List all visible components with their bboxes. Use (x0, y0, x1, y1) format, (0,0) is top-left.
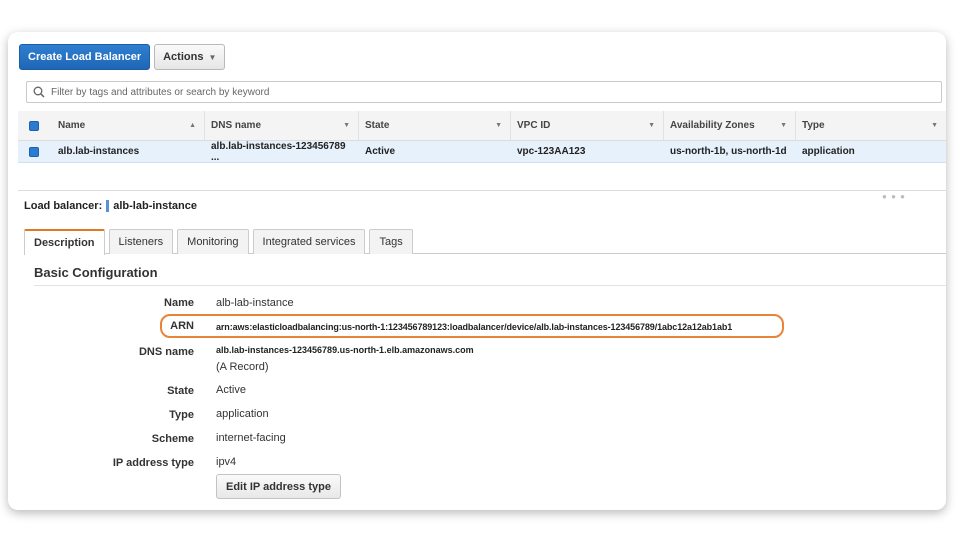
column-header-state[interactable]: State ▼ (359, 111, 511, 140)
ip-address-type-value: ipv4 (216, 456, 237, 468)
dns-record-note: (A Record) (216, 361, 269, 373)
detail-title: Load balancer: alb-lab-instance (24, 200, 197, 212)
row-checkbox[interactable] (29, 146, 39, 157)
column-header-label: DNS name (211, 120, 262, 131)
column-header-vpc-id[interactable]: VPC ID ▼ (511, 111, 664, 140)
column-header-label: Type (802, 120, 825, 131)
cell-availability-zones: us-north-1b, us-north-1d (670, 146, 787, 157)
filter-input[interactable] (49, 83, 941, 101)
create-load-balancer-button[interactable]: Create Load Balancer (19, 44, 151, 70)
scheme-value: internet-facing (216, 432, 286, 444)
column-header-label: Name (58, 120, 86, 131)
cell-type: application (802, 146, 855, 157)
dns-name-label: DNS name (138, 346, 194, 358)
column-header-dns-name[interactable]: DNS name ▼ (205, 111, 359, 140)
column-header-label: State (365, 120, 390, 131)
tab-description[interactable]: Description (24, 229, 105, 255)
tab-tags[interactable]: Tags (369, 229, 413, 254)
cell-vpc-id: vpc-123AA123 (517, 146, 586, 157)
name-value: alb-lab-instance (216, 297, 294, 309)
column-header-availability-zones[interactable]: Availability Zones ▼ (664, 111, 796, 140)
dns-name-value: alb.lab-instances-123456789.us-north-1.e… (216, 345, 474, 355)
table-header: Name ▲ DNS name ▼ State ▼ VPC ID ▼ Avail… (18, 111, 946, 141)
selection-marker (106, 200, 110, 212)
section-divider (34, 285, 946, 286)
toolbar: Create Load Balancer Actions ▼ (19, 44, 226, 70)
chevron-down-icon: ▼ (208, 52, 217, 62)
filter-box (26, 81, 942, 103)
sort-down-icon: ▼ (343, 122, 350, 129)
cell-state: Active (365, 146, 396, 157)
search-icon (33, 86, 45, 98)
state-value: Active (216, 384, 246, 396)
tab-listeners[interactable]: Listeners (108, 229, 174, 254)
arn-label: ARN (170, 320, 194, 332)
select-all-checkbox[interactable] (29, 120, 39, 131)
type-label: Type (169, 409, 194, 421)
sort-up-icon: ▲ (189, 122, 196, 129)
sort-down-icon: ▼ (495, 122, 502, 129)
detail-title-prefix: Load balancer: (24, 200, 103, 212)
arn-value: arn:aws:elasticloadbalancing:us-north-1:… (216, 322, 733, 332)
column-header-label: VPC ID (517, 120, 551, 131)
column-header-label: Availability Zones (670, 120, 755, 131)
cell-dns-name: alb.lab-instances-123456789 ... (211, 140, 346, 163)
edit-ip-address-type-button[interactable]: Edit IP address type (216, 474, 341, 499)
detail-tabs: Description Listeners Monitoring Integra… (24, 229, 946, 255)
scheme-label: Scheme (151, 433, 194, 445)
ip-address-type-label: IP address type (112, 457, 194, 469)
resize-handle-icon[interactable]: ● ● ● (882, 192, 906, 201)
load-balancer-console: Create Load Balancer Actions ▼ Name ▲ DN… (8, 32, 946, 510)
column-header-type[interactable]: Type ▼ (796, 111, 946, 140)
sort-down-icon: ▼ (648, 122, 655, 129)
state-label: State (167, 385, 194, 397)
sort-down-icon: ▼ (780, 122, 787, 129)
actions-label: Actions (163, 51, 204, 63)
section-title: Basic Configuration (34, 265, 158, 280)
detail-lb-name: alb-lab-instance (113, 200, 197, 212)
name-label: Name (164, 297, 194, 309)
sort-down-icon: ▼ (931, 122, 938, 129)
tab-monitoring[interactable]: Monitoring (177, 229, 249, 254)
table-row[interactable]: alb.lab-instances alb.lab-instances-1234… (18, 141, 946, 163)
column-header-name[interactable]: Name ▲ (58, 111, 205, 140)
panel-splitter[interactable] (18, 190, 946, 191)
tab-integrated-services[interactable]: Integrated services (252, 229, 366, 254)
cell-name: alb.lab-instances (58, 146, 140, 157)
type-value: application (216, 408, 269, 420)
actions-dropdown-button[interactable]: Actions ▼ (154, 44, 226, 70)
